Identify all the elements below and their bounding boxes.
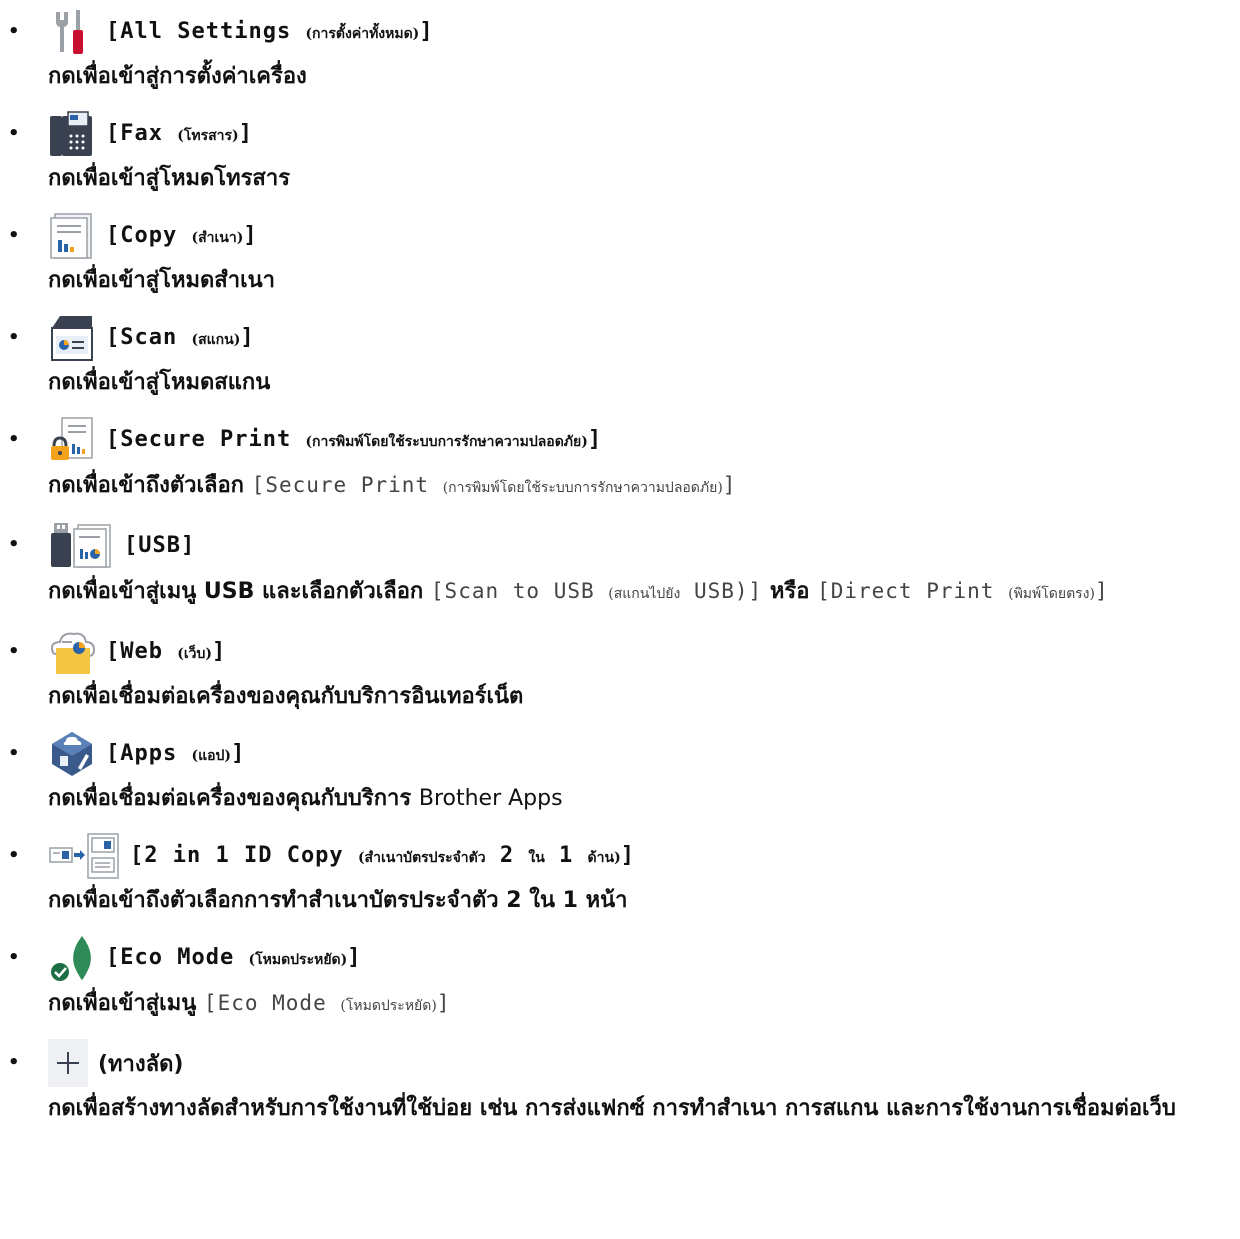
item-description: กดเพื่อเข้าสู่โหมดสแกน	[48, 370, 271, 395]
item-description: กดเพื่อเข้าสู่โหมดสำเนา	[48, 268, 275, 293]
list-item: • [2 in 1 ID Copy (สำเนาบัตรประจำตัว 2 ใ…	[8, 830, 1222, 916]
eco-leaf-icon	[48, 934, 96, 982]
tools-icon	[48, 8, 96, 56]
list-item: • [Apps (แอป)] กดเพื่อเชื่อมต่อเครื่องขอ…	[8, 728, 1222, 814]
fax-label: [Fax (โทรสาร)]	[106, 121, 253, 146]
item-description: กดเพื่อเชื่อมต่อเครื่องของคุณกับบริการ B…	[48, 786, 563, 811]
list-item: • [Scan (สแกน)] กดเพื่อเข้าสู่โหมดสแกน	[8, 312, 1222, 398]
copy-label: [Copy (สำเนา)]	[106, 223, 258, 248]
copy-icon	[48, 212, 96, 260]
id-copy-icon	[48, 832, 120, 880]
web-label: [Web (เว็บ)]	[106, 639, 227, 664]
secure-print-icon	[48, 416, 96, 464]
plus-icon	[48, 1039, 88, 1087]
list-item: • [Copy (สำเนา)] กดเพื่อเข้าสู่โหมดสำเนา	[8, 210, 1222, 296]
apps-label: [Apps (แอป)]	[106, 741, 246, 766]
secure-print-label: [Secure Print (การพิมพ์โดยใช้ระบบการรักษ…	[106, 427, 603, 452]
list-item: • [All Settings (การตั้งค่าทั้งหมด)] กดเ…	[8, 6, 1222, 92]
item-description: กดเพื่อเชื่อมต่อเครื่องของคุณกับบริการอิ…	[48, 684, 524, 709]
id-copy-label: [2 in 1 ID Copy (สำเนาบัตรประจำตัว 2 ใน …	[130, 843, 635, 868]
list-item: • [USB] กดเพื่อเข้าสู่เมนู USB และเลือกต…	[8, 519, 1222, 610]
usb-label: [USB]	[124, 532, 196, 558]
eco-mode-label: [Eco Mode (โหมดประหยัด)]	[106, 945, 362, 970]
item-description: กดเพื่อสร้างทางลัดสำหรับการใช้งานที่ใช้บ…	[48, 1096, 1176, 1121]
item-description: กดเพื่อเข้าถึงตัวเลือกการทำสำเนาบัตรประจ…	[48, 888, 628, 913]
list-item: • [Eco Mode (โหมดประหยัด)] กดเพื่อเข้าสู…	[8, 932, 1222, 1021]
scan-label: [Scan (สแกน)]	[106, 325, 255, 350]
web-icon	[48, 628, 96, 676]
usb-icon	[48, 521, 114, 569]
list-item: • [Secure Print (การพิมพ์โดยใช้ระบบการรั…	[8, 414, 1222, 503]
item-description: กดเพื่อเข้าสู่การตั้งค่าเครื่อง	[48, 64, 307, 89]
apps-icon	[48, 730, 96, 778]
item-description: กดเพื่อเข้าถึงตัวเลือก [Secure Print (กา…	[48, 473, 737, 498]
fax-icon	[48, 110, 96, 158]
item-description: กดเพื่อเข้าสู่เมนู [Eco Mode (โหมดประหยั…	[48, 991, 451, 1016]
scan-icon	[48, 314, 96, 362]
list-item: • [Web (เว็บ)] กดเพื่อเชื่อมต่อเครื่องขอ…	[8, 626, 1222, 712]
item-description: กดเพื่อเข้าสู่โหมดโทรสาร	[48, 166, 291, 191]
shortcut-label: (ทางลัด)	[98, 1051, 184, 1077]
all-settings-label: [All Settings (การตั้งค่าทั้งหมด)]	[106, 19, 434, 44]
list-item: • (ทางลัด) กดเพื่อสร้างทางลัดสำหรับการใช…	[8, 1037, 1222, 1125]
item-description: กดเพื่อเข้าสู่เมนู USB และเลือกตัวเลือก …	[48, 579, 1109, 604]
list-item: • [Fax (โทรสาร)] กดเพื่อเข้าสู่โหมดโทรสา…	[8, 108, 1222, 194]
